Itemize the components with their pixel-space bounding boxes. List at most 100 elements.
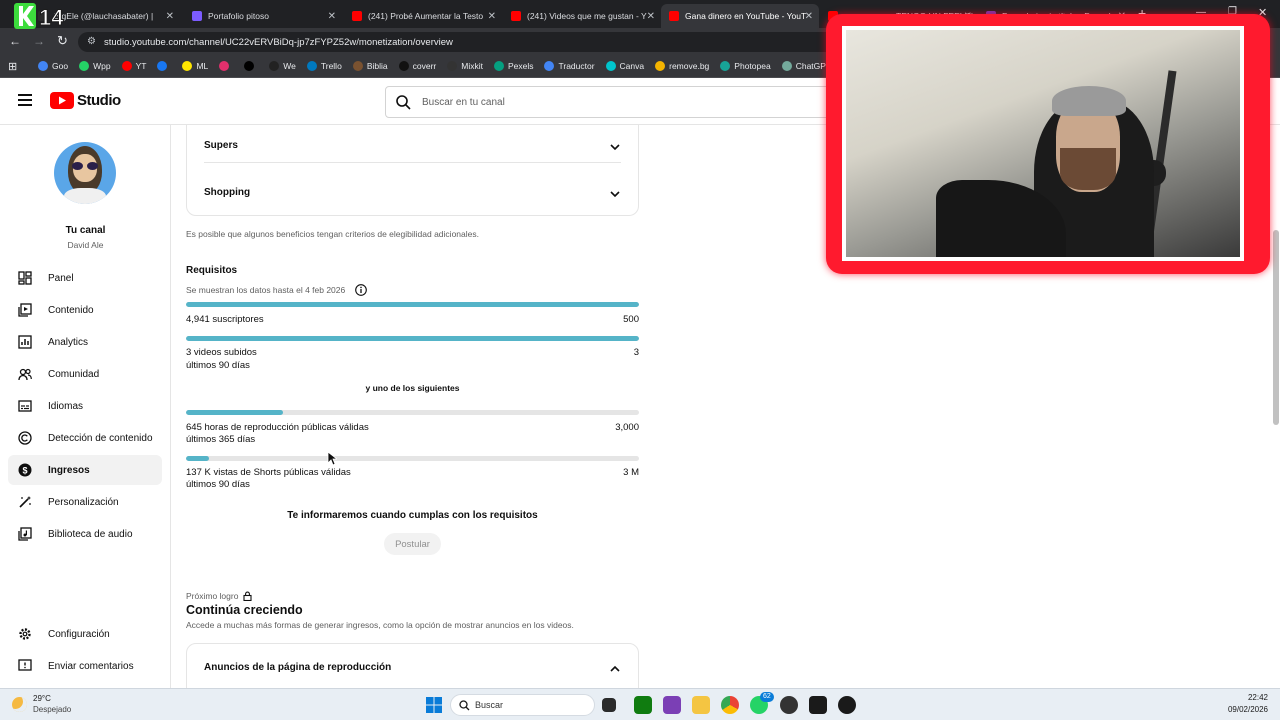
site-info-icon[interactable]: ⚙ (87, 36, 96, 47)
weather-moon-icon[interactable] (12, 697, 27, 712)
close-tab-icon[interactable]: ✕ (166, 11, 174, 22)
bookmark-item[interactable] (219, 61, 233, 71)
youtube-logo-icon (50, 92, 74, 109)
apps-grid-icon[interactable]: ⊞ (8, 60, 17, 73)
bookmark-item[interactable]: Photopea (720, 61, 771, 71)
sidebar-item-configuracion[interactable]: Configuración (8, 619, 162, 649)
xbox-icon[interactable] (634, 696, 652, 714)
info-icon[interactable] (355, 284, 367, 296)
chevron-down-icon[interactable] (610, 189, 620, 199)
bookmark-item[interactable] (157, 61, 171, 71)
close-tab-icon[interactable]: ✕ (647, 11, 655, 22)
bookmark-item[interactable]: Trello (306, 61, 342, 71)
shorts-views-period: últimos 90 días (186, 479, 250, 490)
sidebar-item-panel[interactable]: Panel (8, 263, 162, 293)
page-scrollbar[interactable] (1273, 230, 1279, 425)
chevron-down-icon[interactable] (610, 142, 620, 152)
app-icon-dark[interactable] (780, 696, 798, 714)
either-requirement-label: y uno de los siguientes (365, 383, 460, 393)
tab-4[interactable]: (241) Videos que me gustan - Y ✕ (503, 4, 661, 28)
watch-page-ads-title[interactable]: Anuncios de la página de reproducción (204, 662, 391, 673)
benefit-shopping[interactable]: Shopping (204, 187, 250, 198)
sidebar-item-enviar-comentarios[interactable]: Enviar comentarios (8, 651, 162, 681)
tab-2[interactable]: Portafolio pitoso ✕ (184, 4, 342, 28)
bookmark-favicon-icon (244, 61, 255, 71)
bookmark-item[interactable]: YT (121, 61, 146, 71)
tab-5-active[interactable]: Gana dinero en YouTube - YouT ✕ (661, 4, 819, 28)
studio-logo[interactable]: Studio (50, 92, 121, 109)
bookmark-favicon-icon (269, 61, 280, 71)
bookmark-item[interactable]: coverr (398, 61, 436, 71)
weather-condition[interactable]: Despejado (33, 705, 71, 714)
media-player-icon[interactable] (838, 696, 856, 714)
channel-avatar[interactable] (54, 142, 116, 204)
bookmark-item[interactable]: Goo (38, 61, 68, 71)
bookmark-favicon-icon (605, 61, 616, 71)
subscribers-label: 4,941 suscriptores (186, 314, 264, 325)
search-input[interactable]: Buscar en tu canal (385, 86, 845, 118)
sidebar-item-deteccion[interactable]: Detección de contenido (8, 423, 162, 453)
sidebar-item-analytics[interactable]: Analytics (8, 327, 162, 357)
dashboard-icon (18, 271, 32, 285)
app-icon-black[interactable] (809, 696, 827, 714)
bookmark-item[interactable]: ChatGPT (781, 61, 831, 71)
bookmark-item[interactable]: Mixkit (447, 61, 483, 71)
close-tab-icon[interactable]: ✕ (805, 11, 813, 22)
bookmark-item[interactable]: Pexels (493, 61, 533, 71)
channel-title: Tu canal (65, 225, 106, 236)
apply-button[interactable]: Postular (384, 533, 441, 555)
notify-message: Te informaremos cuando cumplas con los r… (287, 510, 538, 521)
shorts-views-label: 137 K vistas de Shorts públicas válidas (186, 467, 351, 478)
tab-favicon (511, 11, 521, 21)
forward-arrow-icon[interactable]: → (33, 34, 45, 48)
bookmark-item[interactable]: We (269, 61, 296, 71)
app-icon-purple[interactable] (663, 696, 681, 714)
subtitles-icon (18, 400, 32, 412)
bookmark-favicon-icon (79, 61, 90, 71)
chrome-icon[interactable] (721, 696, 739, 714)
url-field[interactable]: ⚙ studio.youtube.com/channel/UC22vERVBiD… (78, 32, 838, 52)
back-arrow-icon[interactable]: ← (9, 34, 21, 48)
hamburger-menu-icon[interactable] (18, 94, 32, 106)
watch-hours-target: 3,000 (615, 422, 639, 433)
tab-3[interactable]: (241) Probé Aumentar la Testo ✕ (344, 4, 502, 28)
bookmark-item[interactable]: Biblia (352, 61, 388, 71)
close-tab-icon[interactable]: ✕ (328, 11, 336, 22)
sidebar-item-comunidad[interactable]: Comunidad (8, 359, 162, 389)
taskbar-search-input[interactable]: Buscar (450, 694, 595, 716)
bookmark-favicon-icon (544, 61, 555, 71)
sidebar-item-biblioteca-audio[interactable]: Biblioteca de audio (8, 519, 162, 549)
clock-date[interactable]: 09/02/2026 (1228, 705, 1268, 714)
chevron-up-icon[interactable] (610, 664, 620, 674)
notification-badge: 62 (760, 692, 774, 702)
magic-wand-icon (19, 496, 31, 508)
benefit-supers[interactable]: Supers (204, 140, 238, 151)
task-view-icon[interactable] (602, 698, 616, 712)
community-icon (18, 368, 32, 381)
bookmark-item[interactable]: Traductor (544, 61, 595, 71)
bookmark-item[interactable]: remove.bg (655, 61, 709, 71)
sidebar-item-personalizacion[interactable]: Personalización (8, 487, 162, 517)
bookmark-favicon-icon (352, 61, 363, 71)
shorts-views-progress-fill (186, 456, 209, 461)
next-achievement-label: Próximo logro (186, 591, 252, 601)
copyright-icon (18, 431, 32, 445)
sidebar-item-idiomas[interactable]: Idiomas (8, 391, 162, 421)
bookmark-favicon-icon (219, 61, 230, 71)
channel-name: David Ale (67, 240, 104, 250)
clock-time[interactable]: 22:42 (1248, 693, 1268, 702)
windows-start-icon[interactable] (426, 697, 442, 713)
reload-icon[interactable]: ↻ (57, 33, 68, 49)
file-explorer-icon[interactable] (692, 696, 710, 714)
bookmark-item[interactable]: ML (182, 61, 208, 71)
bookmark-item[interactable]: Wpp (79, 61, 111, 71)
svg-text:14: 14 (39, 5, 64, 29)
bookmark-item[interactable]: Canva (605, 61, 644, 71)
weather-temp[interactable]: 29°C (33, 694, 51, 703)
requirements-title: Requisitos (186, 265, 238, 276)
bookmark-item[interactable] (244, 61, 258, 71)
sidebar-item-contenido[interactable]: Contenido (8, 295, 162, 325)
close-tab-icon[interactable]: ✕ (488, 11, 496, 22)
sidebar-item-ingresos[interactable]: $ Ingresos (8, 455, 162, 485)
k14-logo: 14 (14, 3, 65, 29)
